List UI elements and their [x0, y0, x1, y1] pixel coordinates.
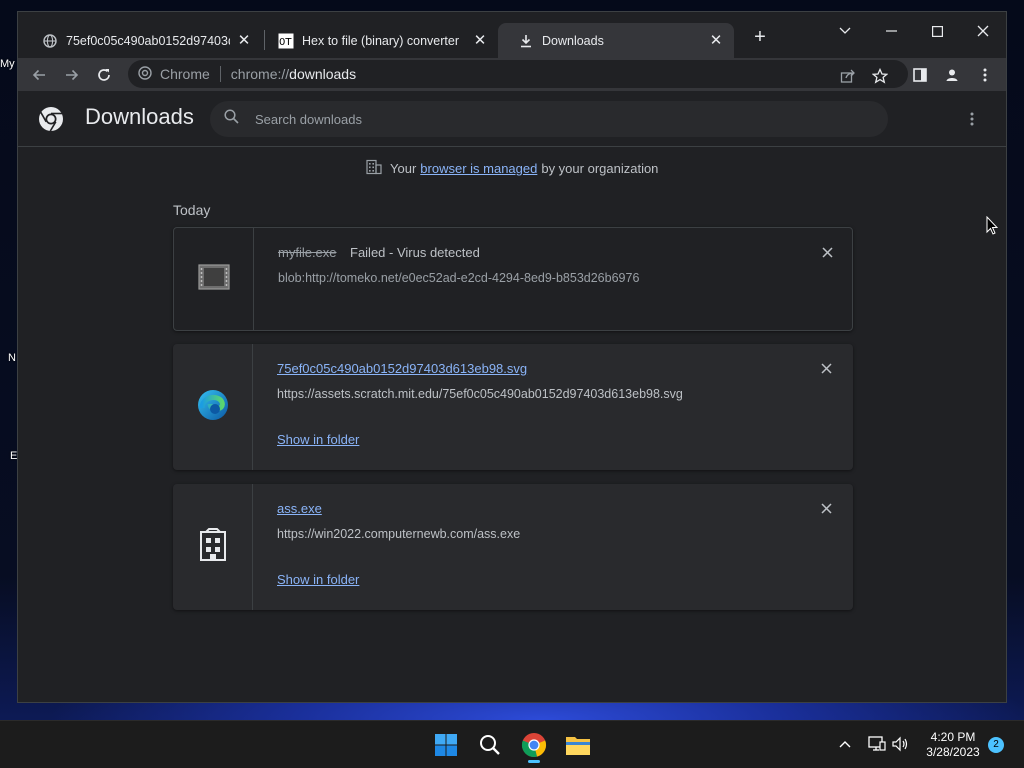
download-item-svg: 75ef0c05c490ab0152d97403d613eb98.svg htt… — [173, 344, 853, 470]
clock-time: 4:20 PM — [930, 730, 976, 744]
maximize-button[interactable] — [914, 18, 960, 44]
tab-close-icon[interactable]: ✕ — [708, 33, 724, 49]
remove-download-icon[interactable] — [819, 501, 833, 515]
download-file-name: myfile.exe — [278, 245, 337, 260]
start-icon[interactable] — [428, 727, 464, 763]
network-icon[interactable] — [866, 733, 888, 755]
svg-text:0T: 0T — [279, 37, 292, 48]
download-status: Failed - Virus detected — [350, 245, 480, 260]
downloads-menu-icon[interactable] — [962, 109, 982, 129]
managed-prefix: Your — [390, 161, 417, 176]
downloads-header: Downloads — [18, 91, 1006, 147]
download-item-exe: ass.exe https://win2022.computernewb.com… — [173, 484, 853, 610]
file-icon-column — [173, 344, 253, 470]
chrome-icon[interactable] — [516, 727, 552, 763]
new-tab-button[interactable]: + — [750, 27, 770, 47]
desktop-icon-label[interactable]: My — [0, 58, 18, 70]
file-icon-column — [174, 228, 254, 330]
tab-downloads[interactable]: Downloads ✕ — [498, 23, 734, 59]
chrome-logo-icon — [38, 106, 64, 137]
exe-file-icon — [198, 527, 228, 567]
show-in-folder-link[interactable]: Show in folder — [277, 572, 359, 587]
edge-icon — [196, 388, 230, 427]
tab-hex-converter[interactable]: 0T Hex to file (binary) converter ✕ — [258, 23, 498, 59]
close-window-button[interactable] — [960, 18, 1006, 44]
download-url: blob:http://tomeko.net/e0ec52ad-e2cd-429… — [278, 271, 640, 285]
taskbar: 4:20 PM 3/28/2023 2 — [0, 720, 1024, 768]
download-icon — [518, 33, 534, 49]
show-in-folder-link[interactable]: Show in folder — [277, 432, 359, 447]
tab-strip: 75ef0c05c490ab0152d97403d613eb98.svg ✕ 0… — [18, 12, 1006, 59]
search-box[interactable] — [210, 101, 888, 137]
profile-icon[interactable] — [939, 62, 965, 88]
tab-svg-file[interactable]: 75ef0c05c490ab0152d97403d613eb98.svg ✕ — [22, 23, 262, 59]
volume-icon[interactable] — [890, 733, 912, 755]
search-icon[interactable] — [472, 727, 508, 763]
download-url: https://assets.scratch.mit.edu/75ef0c05c… — [277, 387, 683, 401]
mouse-cursor-icon — [986, 215, 999, 241]
building-icon — [366, 159, 382, 178]
minimize-button[interactable] — [868, 18, 914, 44]
tab-title: Hex to file (binary) converter — [302, 34, 460, 48]
page-title: Downloads — [85, 104, 194, 129]
managed-suffix: by your organization — [541, 161, 659, 176]
omnibox-chrome-label: Chrome — [160, 66, 210, 82]
hex-converter-icon: 0T — [278, 33, 294, 49]
url-scheme: chrome:// — [230, 66, 290, 82]
remove-download-icon[interactable] — [819, 361, 833, 375]
chrome-page-icon — [138, 65, 152, 83]
generic-file-icon — [197, 263, 230, 295]
chrome-menu-icon[interactable] — [972, 62, 998, 88]
download-file-link[interactable]: 75ef0c05c490ab0152d97403d613eb98.svg — [277, 361, 527, 376]
address-bar[interactable]: Chrome chrome://downloads — [128, 60, 908, 88]
globe-icon — [42, 33, 58, 49]
browser-window: 75ef0c05c490ab0152d97403d613eb98.svg ✕ 0… — [17, 11, 1007, 703]
remove-download-icon[interactable] — [820, 245, 834, 259]
tab-title: Downloads — [542, 34, 604, 48]
side-panel-icon[interactable] — [907, 62, 933, 88]
downloads-page: Downloads Your browser is managed by you… — [18, 91, 1006, 702]
tab-search-chevron-icon[interactable] — [822, 18, 868, 44]
clock-date: 3/28/2023 — [926, 745, 980, 759]
tab-close-icon[interactable]: ✕ — [236, 33, 252, 49]
managed-notice: Your browser is managed by your organiza… — [366, 159, 658, 178]
taskbar-clock[interactable]: 4:20 PM 3/28/2023 — [920, 730, 986, 760]
file-icon-column — [173, 484, 253, 610]
browser-managed-link[interactable]: browser is managed — [420, 161, 537, 176]
download-url: https://win2022.computernewb.com/ass.exe — [277, 527, 521, 541]
forward-button[interactable] — [59, 62, 85, 88]
url-host: downloads — [289, 66, 357, 82]
download-item-failed: myfile.exe Failed - Virus detected blob:… — [173, 227, 853, 331]
file-explorer-icon[interactable] — [560, 727, 596, 763]
reload-button[interactable] — [91, 62, 117, 88]
back-button[interactable] — [26, 62, 52, 88]
share-icon[interactable] — [835, 63, 861, 89]
show-hidden-icons-chevron-icon[interactable] — [834, 733, 856, 755]
search-input[interactable] — [255, 111, 855, 127]
tab-title: 75ef0c05c490ab0152d97403d613eb98.svg — [66, 34, 230, 48]
date-heading: Today — [173, 202, 211, 218]
search-icon — [224, 109, 239, 129]
browser-toolbar: Chrome chrome://downloads — [18, 58, 1006, 91]
tab-close-icon[interactable]: ✕ — [472, 33, 488, 49]
download-file-link[interactable]: ass.exe — [277, 501, 322, 516]
notification-badge[interactable]: 2 — [988, 737, 1004, 753]
omnibox-divider — [219, 66, 221, 82]
bookmark-star-icon[interactable] — [867, 63, 893, 89]
